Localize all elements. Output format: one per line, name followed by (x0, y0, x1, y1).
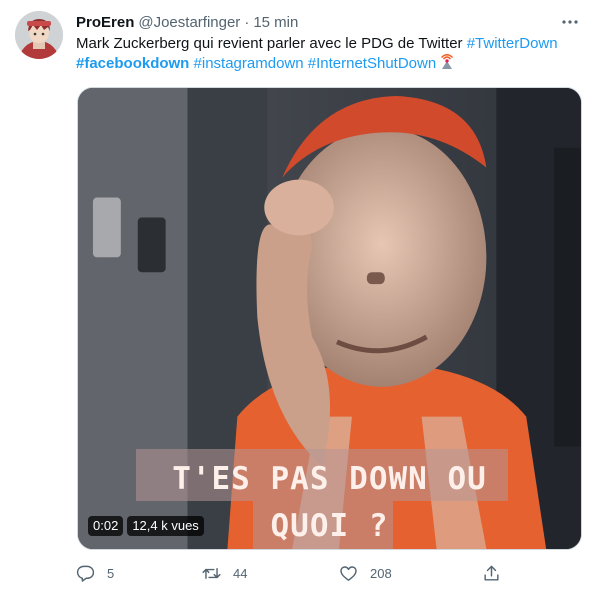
reply-icon (76, 565, 95, 582)
separator-dot: · (244, 13, 250, 31)
tweet-text: Mark Zuckerberg qui revient parler avec … (76, 34, 582, 74)
hashtag-internetshutdown[interactable]: #InternetShutDown (308, 55, 436, 72)
satellite-antenna-emoji (439, 54, 455, 70)
tweet-text-intro: Mark Zuckerberg qui revient parler avec … (76, 35, 467, 52)
like-count: 208 (370, 565, 392, 581)
reply-count: 5 (107, 565, 115, 581)
like-button[interactable]: 208 (339, 562, 392, 584)
video-views: 12,4 k vues (127, 516, 204, 536)
heart-icon (340, 565, 357, 581)
retweet-icon (202, 567, 221, 579)
retweet-button[interactable]: 44 (202, 562, 247, 584)
reply-button[interactable]: 5 (76, 562, 114, 584)
tweet-time[interactable]: 15 min (253, 14, 298, 31)
share-button[interactable] (482, 562, 501, 584)
tweet-card[interactable]: ProEren @Joestarfinger · 15 min Mark Zuc… (0, 0, 598, 594)
author-handle[interactable]: @Joestarfinger (138, 14, 240, 31)
video-duration: 0:02 (88, 516, 124, 536)
tweet-actions: 5 44 208 (76, 562, 516, 584)
video-player[interactable]: T'ES PAS DOWN OU QUOI ? 0:02 12,4 k vues (77, 87, 582, 550)
hashtag-twitterdown[interactable]: #TwitterDown (467, 35, 558, 52)
video-overlay: 0:02 12,4 k vues (88, 516, 204, 536)
more-dots-icon[interactable] (560, 12, 580, 32)
tweet-header: ProEren @Joestarfinger · 15 min (76, 12, 582, 32)
video-caption-line-1: T'ES PAS DOWN OU (172, 461, 487, 497)
author-name[interactable]: ProEren (76, 14, 134, 31)
share-icon (484, 565, 499, 581)
hashtag-facebookdown[interactable]: #facebookdown (76, 55, 189, 72)
hashtag-instagramdown[interactable]: #instagramdown (194, 55, 304, 72)
retweet-count: 44 (233, 565, 248, 581)
avatar[interactable] (15, 11, 63, 59)
